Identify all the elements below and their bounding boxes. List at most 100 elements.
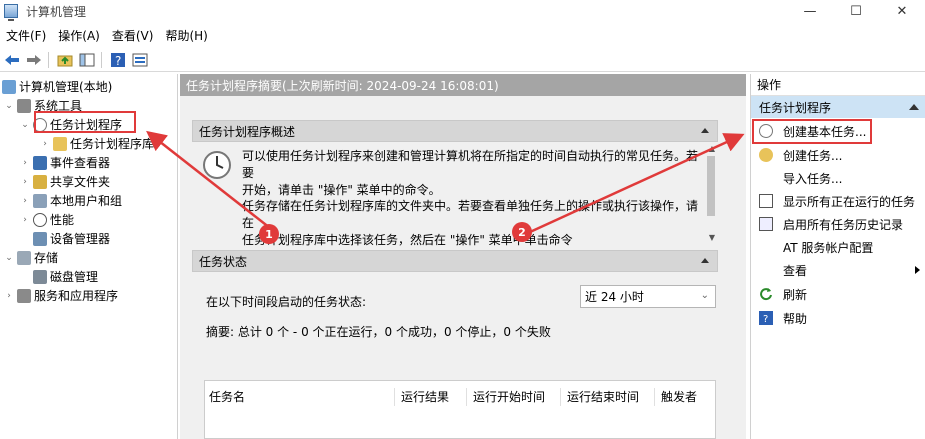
status-section-header[interactable]: 任务状态 — [192, 250, 718, 272]
toolbar-separator — [48, 51, 49, 68]
chevron-down-icon[interactable]: ⌄ — [4, 101, 14, 111]
title-bar: 计算机管理 — ☐ ✕ — [0, 0, 925, 22]
overview-line: 任务计划程序库中选择该任务，然后在 "操作" 菜单中单击命令 — [242, 233, 573, 247]
actions-group-header[interactable]: 任务计划程序 — [751, 96, 925, 118]
tree-node-services-apps[interactable]: › 服务和应用程序 — [4, 286, 118, 305]
actions-header: 操作 — [751, 74, 925, 96]
event-viewer-icon — [33, 155, 47, 170]
blank-icon — [759, 263, 773, 277]
tree-label-root: 计算机管理(本地) — [19, 80, 113, 94]
chevron-right-icon[interactable]: › — [20, 177, 30, 187]
tree-node-event-viewer[interactable]: › 事件查看器 — [20, 153, 110, 172]
action-refresh[interactable]: 刷新 — [751, 283, 925, 305]
tree-node-storage[interactable]: ⌄ 存储 — [4, 248, 58, 267]
blank-icon — [759, 171, 773, 185]
help-icon[interactable]: ? — [108, 50, 128, 70]
blank-icon — [759, 240, 773, 254]
tree-node-performance[interactable]: › 性能 — [20, 210, 74, 229]
tree-node-task-scheduler-library[interactable]: › 任务计划程序库 — [40, 134, 154, 153]
running-tasks-icon — [759, 194, 773, 208]
chevron-right-icon[interactable]: › — [20, 215, 30, 225]
action-view[interactable]: 查看 — [751, 259, 925, 281]
action-label: 创建任务... — [783, 148, 843, 163]
tools-icon — [17, 98, 31, 113]
action-label: 帮助 — [783, 311, 808, 326]
action-create-task[interactable]: 创建任务... — [751, 144, 925, 166]
window-title: 计算机管理 — [26, 4, 87, 19]
scroll-down-icon[interactable]: ▼ — [709, 233, 715, 242]
tree-label-disk-management: 磁盘管理 — [50, 270, 99, 284]
menu-action[interactable]: 操作(A) — [52, 27, 106, 44]
refresh-icon — [759, 287, 773, 301]
chevron-right-icon[interactable]: › — [20, 196, 30, 206]
chevron-down-icon[interactable]: ⌄ — [20, 120, 30, 130]
close-button[interactable]: ✕ — [879, 0, 925, 22]
column-header-triggered-by[interactable]: 触发者 — [657, 388, 715, 406]
performance-icon — [33, 212, 47, 227]
tree-node-shared-folders[interactable]: › 共享文件夹 — [20, 172, 110, 191]
column-header-run-start[interactable]: 运行开始时间 — [469, 388, 561, 406]
show-hide-tree-icon[interactable] — [77, 50, 97, 70]
tree-label-local-users: 本地用户和组 — [50, 194, 123, 208]
action-show-running-tasks[interactable]: 显示所有正在运行的任务 — [751, 190, 925, 212]
overview-line: 开始，请单击 "操作" 菜单中的命令。 — [242, 183, 441, 197]
overview-line: 任务存储在任务计划程序库的文件夹中。若要查看单独任务上的操作或执行该操作，请在 — [242, 199, 699, 230]
computer-management-icon — [4, 4, 18, 21]
tree-node-disk-management[interactable]: 磁盘管理 — [30, 267, 98, 286]
tree-label-services-apps: 服务和应用程序 — [34, 289, 119, 303]
overview-scrollbar[interactable]: ▲ ▼ — [704, 142, 718, 244]
action-label: 刷新 — [783, 287, 808, 302]
forward-arrow-icon[interactable] — [24, 50, 44, 70]
minimize-button[interactable]: — — [787, 0, 833, 22]
status-period-select[interactable]: 近 24 小时 ⌄ — [580, 285, 716, 308]
storage-icon — [17, 250, 31, 265]
annotation-badge-2: 2 — [512, 222, 532, 242]
overview-paragraph-2: 任务存储在任务计划程序库的文件夹中。若要查看单独任务上的操作或执行该操作，请在 … — [242, 198, 702, 249]
scroll-up-icon[interactable]: ▲ — [709, 144, 715, 153]
task-status-table: 任务名 运行结果 运行开始时间 运行结束时间 触发者 — [204, 380, 716, 439]
column-header-run-result[interactable]: 运行结果 — [397, 388, 467, 406]
users-icon — [33, 193, 47, 208]
overview-section-header[interactable]: 任务计划程序概述 — [192, 120, 718, 142]
properties-icon[interactable] — [130, 50, 150, 70]
collapse-icon[interactable] — [909, 104, 919, 110]
menu-view[interactable]: 查看(V) — [106, 27, 160, 44]
collapse-icon[interactable] — [701, 258, 709, 263]
scroll-thumb[interactable] — [707, 156, 715, 216]
chevron-right-icon[interactable]: › — [40, 139, 50, 149]
action-at-service-config[interactable]: AT 服务帐户配置 — [751, 236, 925, 258]
overview-line: 可以使用任务计划程序来创建和管理计算机将在所指定的时间自动执行的常见任务。若要 — [242, 149, 699, 180]
chevron-down-icon: ⌄ — [700, 290, 709, 301]
maximize-button[interactable]: ☐ — [833, 0, 879, 22]
status-period-label: 在以下时间段启动的任务状态: — [206, 295, 367, 309]
action-label: 启用所有任务历史记录 — [783, 217, 904, 232]
up-folder-icon[interactable] — [55, 50, 75, 70]
device-manager-icon — [33, 231, 47, 246]
menu-file[interactable]: 文件(F) — [0, 27, 52, 44]
tree-node-device-manager[interactable]: 设备管理器 — [30, 229, 110, 248]
chevron-right-icon[interactable]: › — [4, 291, 14, 301]
tree-node-root[interactable]: 计算机管理(本地) — [2, 77, 112, 96]
action-label: 显示所有正在运行的任务 — [783, 194, 916, 209]
column-header-task-name[interactable]: 任务名 — [205, 388, 395, 406]
back-arrow-icon[interactable] — [2, 50, 22, 70]
tree-node-local-users[interactable]: › 本地用户和组 — [20, 191, 122, 210]
window-controls: — ☐ ✕ — [787, 0, 925, 22]
summary-header: 任务计划程序摘要(上次刷新时间: 2024-09-24 16:08:01) — [180, 74, 746, 96]
svg-text:?: ? — [763, 314, 768, 325]
status-summary: 摘要: 总计 0 个 - 0 个正在运行，0 个成功，0 个停止，0 个失败 — [206, 325, 551, 339]
highlight-task-scheduler — [34, 111, 136, 133]
tree-label-event-viewer: 事件查看器 — [50, 156, 111, 170]
column-header-run-end[interactable]: 运行结束时间 — [563, 388, 655, 406]
chevron-down-icon[interactable]: ⌄ — [4, 253, 14, 263]
chevron-right-icon[interactable]: › — [20, 158, 30, 168]
history-icon — [759, 217, 773, 231]
action-import-task[interactable]: 导入任务... — [751, 167, 925, 189]
folder-icon — [53, 136, 67, 151]
collapse-icon[interactable] — [701, 128, 709, 133]
menu-help[interactable]: 帮助(H) — [159, 27, 213, 44]
action-label: 查看 — [783, 263, 808, 278]
action-enable-history[interactable]: 启用所有任务历史记录 — [751, 213, 925, 235]
action-help[interactable]: ? 帮助 — [751, 307, 925, 329]
overview-title: 任务计划程序概述 — [199, 124, 296, 139]
